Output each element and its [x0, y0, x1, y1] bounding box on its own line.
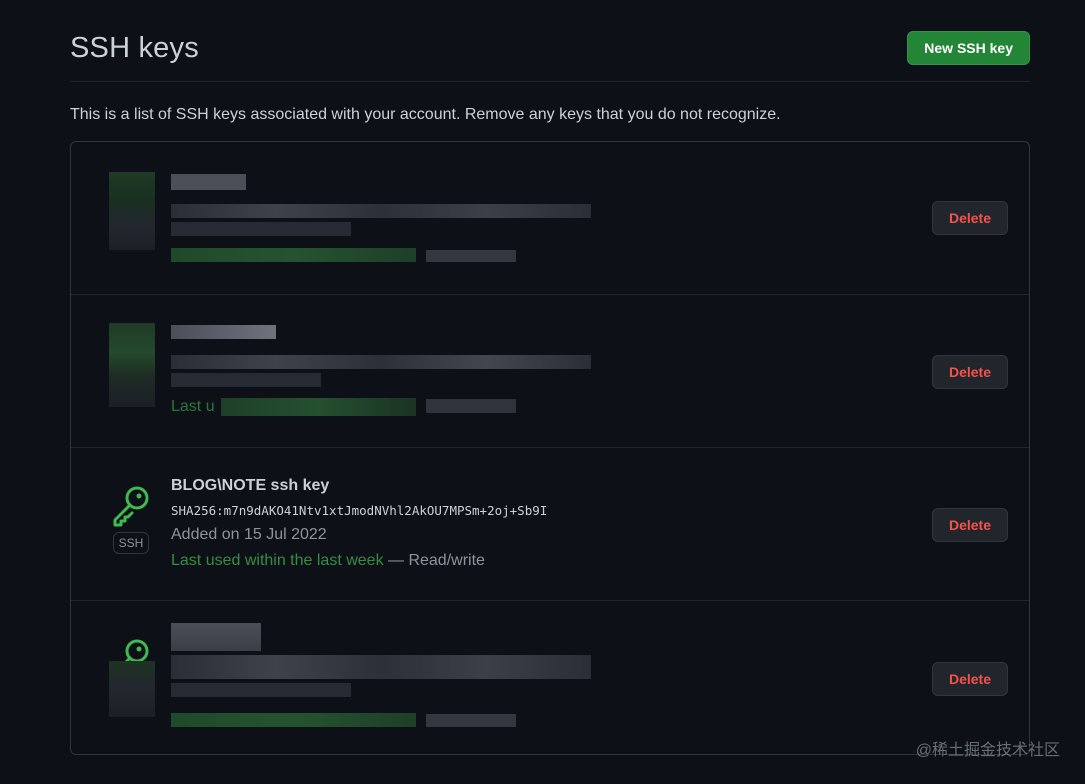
redacted-key-icon	[109, 323, 155, 407]
redacted-access	[426, 714, 516, 727]
ssh-key-row-4: Delete	[71, 601, 1029, 754]
redacted-title	[171, 325, 276, 339]
key-fingerprint: SHA256:m7n9dAKO41Ntv1xtJmodNVhl2AkOU7MPS…	[171, 503, 548, 518]
new-ssh-key-button[interactable]: New SSH key	[907, 31, 1030, 65]
redacted-last-used	[171, 248, 416, 262]
redacted-last-used	[171, 713, 416, 727]
redacted-fingerprint	[171, 355, 591, 369]
key-last-used: Last used within the last week — Read/wr…	[171, 551, 547, 571]
redacted-last-used	[221, 398, 416, 416]
delete-button[interactable]: Delete	[932, 662, 1008, 696]
redacted-added	[171, 222, 351, 236]
delete-button[interactable]: Delete	[932, 355, 1008, 389]
ssh-key-row-1: Delete	[71, 142, 1029, 295]
redacted-fingerprint	[171, 204, 591, 218]
redacted-title	[171, 623, 261, 651]
redacted-access	[426, 399, 516, 413]
delete-button[interactable]: Delete	[932, 508, 1008, 542]
ssh-key-row-3: SSH BLOG\NOTE ssh key SHA256:m7n9dAKO41N…	[71, 448, 1029, 601]
redacted-fingerprint	[171, 655, 591, 679]
redacted-added	[171, 373, 321, 387]
partial-last-used: Last u	[171, 398, 215, 415]
ssh-key-list: Delete Last u Delete SSH BLOG\NOTE ssh k…	[70, 141, 1030, 755]
ssh-key-row-2: Last u Delete	[71, 295, 1029, 448]
access-level: — Read/write	[383, 552, 485, 569]
redacted-key-icon	[109, 661, 155, 717]
key-info: BLOG\NOTE ssh key SHA256:m7n9dAKO41Ntv1x…	[171, 475, 547, 571]
key-icon-column: SSH	[109, 484, 153, 554]
page-title: SSH keys	[70, 32, 199, 64]
intro-text: This is a list of SSH keys associated wi…	[70, 106, 781, 123]
ssh-keys-page: SSH keys New SSH key This is a list of S…	[0, 0, 1085, 784]
last-used-text: Last used within the last week	[171, 552, 384, 569]
page-header: SSH keys New SSH key	[70, 28, 1030, 82]
redacted-access	[426, 250, 516, 262]
key-title: BLOG\NOTE ssh key	[171, 477, 330, 494]
delete-button[interactable]: Delete	[932, 201, 1008, 235]
key-added-date: Added on 15 Jul 2022	[171, 526, 327, 543]
redacted-key-icon	[109, 172, 155, 250]
redacted-added	[171, 683, 351, 697]
key-icon	[109, 484, 153, 528]
watermark: @稀土掘金技术社区	[915, 742, 1060, 759]
ssh-badge: SSH	[112, 532, 150, 554]
redacted-title	[171, 174, 246, 190]
